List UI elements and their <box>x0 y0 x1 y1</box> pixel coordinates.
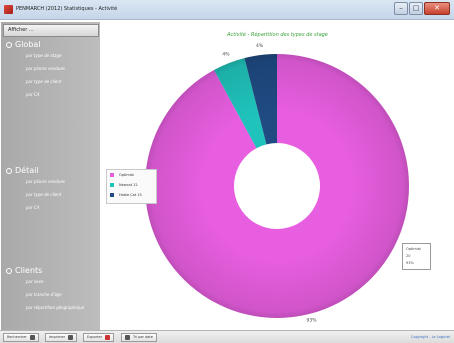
legend-swatch <box>110 183 114 187</box>
data-label: 4% <box>222 52 230 58</box>
legend-swatch <box>110 173 114 177</box>
binoculars-icon <box>29 335 35 340</box>
section-header-global[interactable]: Global <box>6 40 65 49</box>
circle-icon <box>6 167 12 174</box>
status-bar: Rechercher Imprimer Exporter Tri par dat… <box>0 330 454 343</box>
sidebar-item-type-de-client[interactable]: par type de client <box>6 75 65 88</box>
sort-date-button[interactable]: Tri par date <box>121 333 157 342</box>
section-title-clients: Clients <box>15 266 43 275</box>
circle-icon <box>6 41 12 48</box>
section-title-global: Global <box>15 40 41 49</box>
legend-label: Hobie Cat 15 <box>119 193 142 197</box>
data-label: 93% <box>306 318 317 324</box>
sidebar-item-tranche-age[interactable]: par tranche d'âge <box>6 288 84 301</box>
print-button-label: Imprimer <box>49 335 66 339</box>
legend-item-newcat[interactable]: Newcat 12 <box>107 180 156 190</box>
sidebar-item-ca[interactable]: par CA <box>6 88 65 101</box>
legend-item-optimist[interactable]: Optimist <box>107 170 156 180</box>
tooltip-value: 20 <box>406 254 411 258</box>
section-header-detail[interactable]: Détail <box>6 166 65 175</box>
section-title-detail: Détail <box>15 166 39 175</box>
sidebar-item-detail-ca[interactable]: par CA <box>6 201 65 214</box>
export-button-label: Exporter <box>87 335 103 339</box>
minimize-button[interactable]: – <box>394 2 408 15</box>
chart-legend: Optimist Newcat 12 Hobie Cat 15 <box>106 169 157 204</box>
close-button[interactable]: ✕ <box>424 2 450 15</box>
search-button-label: Rechercher <box>7 335 27 339</box>
sidebar-item-detail-places-vendues[interactable]: par places vendues <box>6 175 65 188</box>
printer-icon <box>68 335 74 340</box>
legend-label: Optimist <box>119 173 134 177</box>
sidebar-item-places-vendues[interactable]: par places vendues <box>6 62 65 75</box>
arrow-icon <box>125 335 130 340</box>
circle-icon <box>6 267 12 274</box>
sort-date-button-label: Tri par date <box>133 335 153 339</box>
chart-tooltip: Optimist 20 93% <box>402 243 431 270</box>
sidebar-item-type-de-stage[interactable]: par type de stage <box>6 49 65 62</box>
export-button[interactable]: Exporter <box>83 333 115 342</box>
tooltip-percent: 93% <box>406 261 414 265</box>
window-controls: – □ ✕ <box>394 2 450 15</box>
show-button[interactable]: Afficher ... <box>3 24 99 37</box>
section-detail: Détail par places vendues par type de cl… <box>6 166 65 214</box>
maximize-button[interactable]: □ <box>409 2 423 15</box>
data-label: 4% <box>256 43 264 49</box>
section-global: Global par type de stage par places vend… <box>6 40 65 101</box>
window-title: PENMARCH (2012) Statistiques - Activité <box>16 6 118 12</box>
tooltip-category: Optimist <box>406 247 421 251</box>
sidebar: Afficher ... Global par type de stage pa… <box>1 22 100 330</box>
sidebar-item-detail-type-de-client[interactable]: par type de client <box>6 188 65 201</box>
legend-item-hobie-cat[interactable]: Hobie Cat 15 <box>107 190 156 200</box>
chart-panel: Activité - Répartition des types de stag… <box>101 22 454 330</box>
legend-swatch <box>110 193 114 197</box>
search-button[interactable]: Rechercher <box>3 333 39 342</box>
print-button[interactable]: Imprimer <box>45 333 78 342</box>
section-clients: Clients par sexe par tranche d'âge par r… <box>6 266 84 314</box>
sidebar-item-sexe[interactable]: par sexe <box>6 275 84 288</box>
section-header-clients[interactable]: Clients <box>6 266 84 275</box>
legend-label: Newcat 12 <box>119 183 138 187</box>
sidebar-item-repartition-geographique[interactable]: par répartition géographique <box>6 301 84 314</box>
window-title-bar: PENMARCH (2012) Statistiques - Activité … <box>0 0 454 20</box>
export-icon <box>105 335 111 340</box>
copyright-link[interactable]: Copyright - Le Logiciel <box>411 335 450 339</box>
app-icon <box>4 5 13 14</box>
